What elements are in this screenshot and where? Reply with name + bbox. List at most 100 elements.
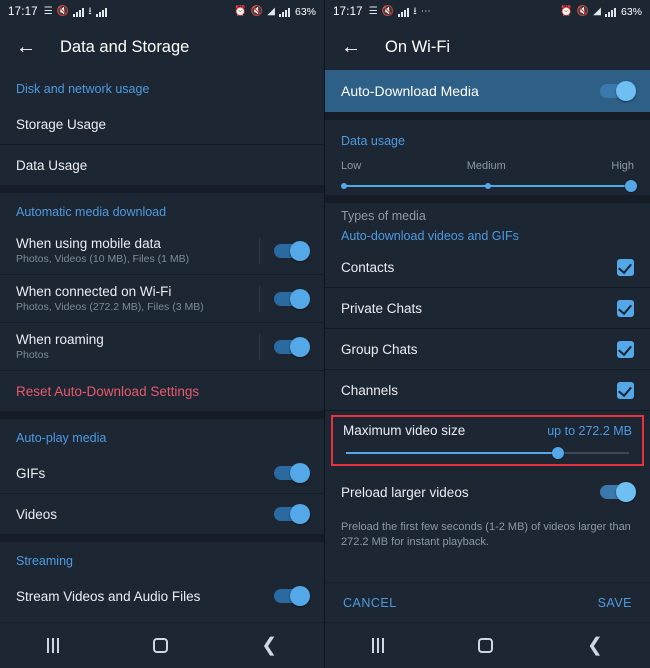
toggle-roaming[interactable] [274,336,310,357]
section-header-disk: Disk and network usage [16,82,150,96]
toggle-mobile-data[interactable] [274,240,310,261]
max-video-size-value: up to 272.2 MB [547,424,632,438]
toggle-knob [290,336,310,357]
max-video-size-slider[interactable] [346,447,629,459]
alarm-icon: ⏰ [560,6,573,17]
signal-bars-icon [398,7,410,17]
slider-thumb[interactable] [625,180,637,192]
row-reset-auto-download[interactable]: Reset Auto-Download Settings [0,371,324,411]
back-arrow-icon[interactable]: ← [14,35,38,59]
row-group-chats[interactable]: Group Chats [325,329,650,369]
back-icon[interactable]: ❮ [587,636,603,655]
mute-icon-2: 🔇 [250,6,264,17]
recents-icon[interactable] [46,638,59,653]
row-label: When using mobile data [16,236,161,251]
slider-tick-dot-low [341,183,347,189]
row-private-chats[interactable]: Private Chats [325,288,650,328]
row-auto-download-media[interactable]: Auto-Download Media [325,70,650,112]
row-data-usage[interactable]: Data Usage [0,145,324,185]
wifi-icon: ◢ [267,6,275,17]
section-header-autoplay: Auto-play media [16,431,107,445]
row-labels: Storage Usage [16,117,308,132]
checkbox-contacts[interactable] [617,258,634,276]
auto-download-subheader-wrap: Auto-download videos and GIFs [325,223,650,247]
alarm-icon: ⏰ [234,6,247,17]
status-clock: 17:17 [333,6,363,18]
row-labels: Group Chats [341,342,617,357]
highlight-box-maximum-video-size: Maximum video size up to 272.2 MB [331,415,644,466]
home-icon[interactable] [152,638,168,653]
row-labels: Videos [16,507,274,522]
status-left-icons: ☰ 🔇 ⭳ ⋯ [369,7,431,17]
row-labels: Data Usage [16,158,308,173]
signal-bars-icon [73,7,85,17]
cancel-button[interactable]: CANCEL [343,596,397,610]
row-mobile-data[interactable]: When using mobile data Photos, Videos (1… [0,227,324,274]
max-video-size-row[interactable]: Maximum video size up to 272.2 MB [343,423,632,438]
tick-low: Low [341,160,362,172]
toggle-preload-larger-videos[interactable] [600,482,636,502]
back-icon[interactable]: ❮ [261,636,277,655]
app-bar-right: ← On Wi-Fi [325,24,650,70]
row-stream-videos-audio[interactable]: Stream Videos and Audio Files [0,576,324,616]
toggle-knob [290,586,310,606]
slider-thumb[interactable] [552,447,565,459]
checkbox-private-chats[interactable] [617,299,634,317]
row-labels: Reset Auto-Download Settings [16,384,308,399]
tick-high: High [611,160,634,172]
row-label: When connected on Wi-Fi [16,284,172,299]
row-contacts[interactable]: Contacts [325,247,650,287]
row-label: Storage Usage [16,116,107,132]
checkbox-group-chats[interactable] [617,340,634,358]
row-preload-larger-videos[interactable]: Preload larger videos [325,472,650,512]
row-labels: Contacts [341,260,617,275]
divider-line [325,410,650,411]
status-left-icons: ☰ 🔇 ⭳ [44,7,107,17]
row-labels: GIFs [16,466,274,481]
row-roaming[interactable]: When roaming Photos [0,323,324,370]
battery-percent: 63% [294,6,316,18]
data-usage-slider[interactable] [341,180,637,192]
signal-bars-icon-2 [95,7,107,17]
more-icon: ⋯ [420,6,431,17]
row-storage-usage[interactable]: Storage Usage [0,104,324,144]
row-label: Data Usage [16,157,88,173]
section-header-streaming: Streaming [16,554,73,568]
toggle-videos[interactable] [274,504,310,524]
cell-signal-icon [604,7,616,17]
section-divider [325,112,650,120]
subheader-auto-download-videos-gifs: Auto-download videos and GIFs [341,229,519,243]
toggle-wifi[interactable] [274,288,310,309]
types-of-media-header-wrap: Types of media [325,203,650,223]
vibrate-icon: ☰ [43,6,53,17]
toggle-gifs[interactable] [274,463,310,483]
data-usage-block: Data usage Low Medium High [325,120,650,195]
row-wifi[interactable]: When connected on Wi-Fi Photos, Videos (… [0,275,324,322]
home-icon[interactable] [478,638,494,653]
row-label: Reset Auto-Download Settings [16,383,200,399]
system-navbar-left: ❮ [0,622,324,668]
back-arrow-icon[interactable]: ← [339,35,363,59]
data-usage-ticks: Low Medium High [341,160,634,172]
recents-icon[interactable] [372,638,384,653]
row-channels[interactable]: Channels [325,370,650,410]
toggle-auto-download-media[interactable] [600,81,636,101]
row-labels: When roaming Photos [16,332,259,361]
toggle-streaming[interactable] [274,586,310,606]
row-videos[interactable]: Videos [0,494,324,534]
row-label: Private Chats [341,300,423,316]
mute-icon: 🔇 [381,6,395,17]
slider-fill [346,452,559,454]
download-icon: ⭳ [413,6,417,17]
row-gifs[interactable]: GIFs [0,453,324,493]
row-label: Group Chats [341,341,418,357]
row-sublabel: Photos, Videos (10 MB), Files (1 MB) [16,253,190,265]
system-navbar-right: ❮ [325,622,650,668]
row-sublabel: Photos, Videos (272.2 MB), Files (3 MB) [16,301,204,313]
checkbox-channels[interactable] [617,381,634,399]
battery-percent: 63% [620,6,642,18]
page-title: On Wi-Fi [385,37,451,56]
preload-note: Preload the first few seconds (1-2 MB) o… [341,521,631,548]
save-button[interactable]: SAVE [598,596,632,610]
phone-screen-right: 17:17 ☰ 🔇 ⭳ ⋯ ⏰ 🔇 ◢ 63% ← On Wi-Fi Auto-… [325,0,650,668]
